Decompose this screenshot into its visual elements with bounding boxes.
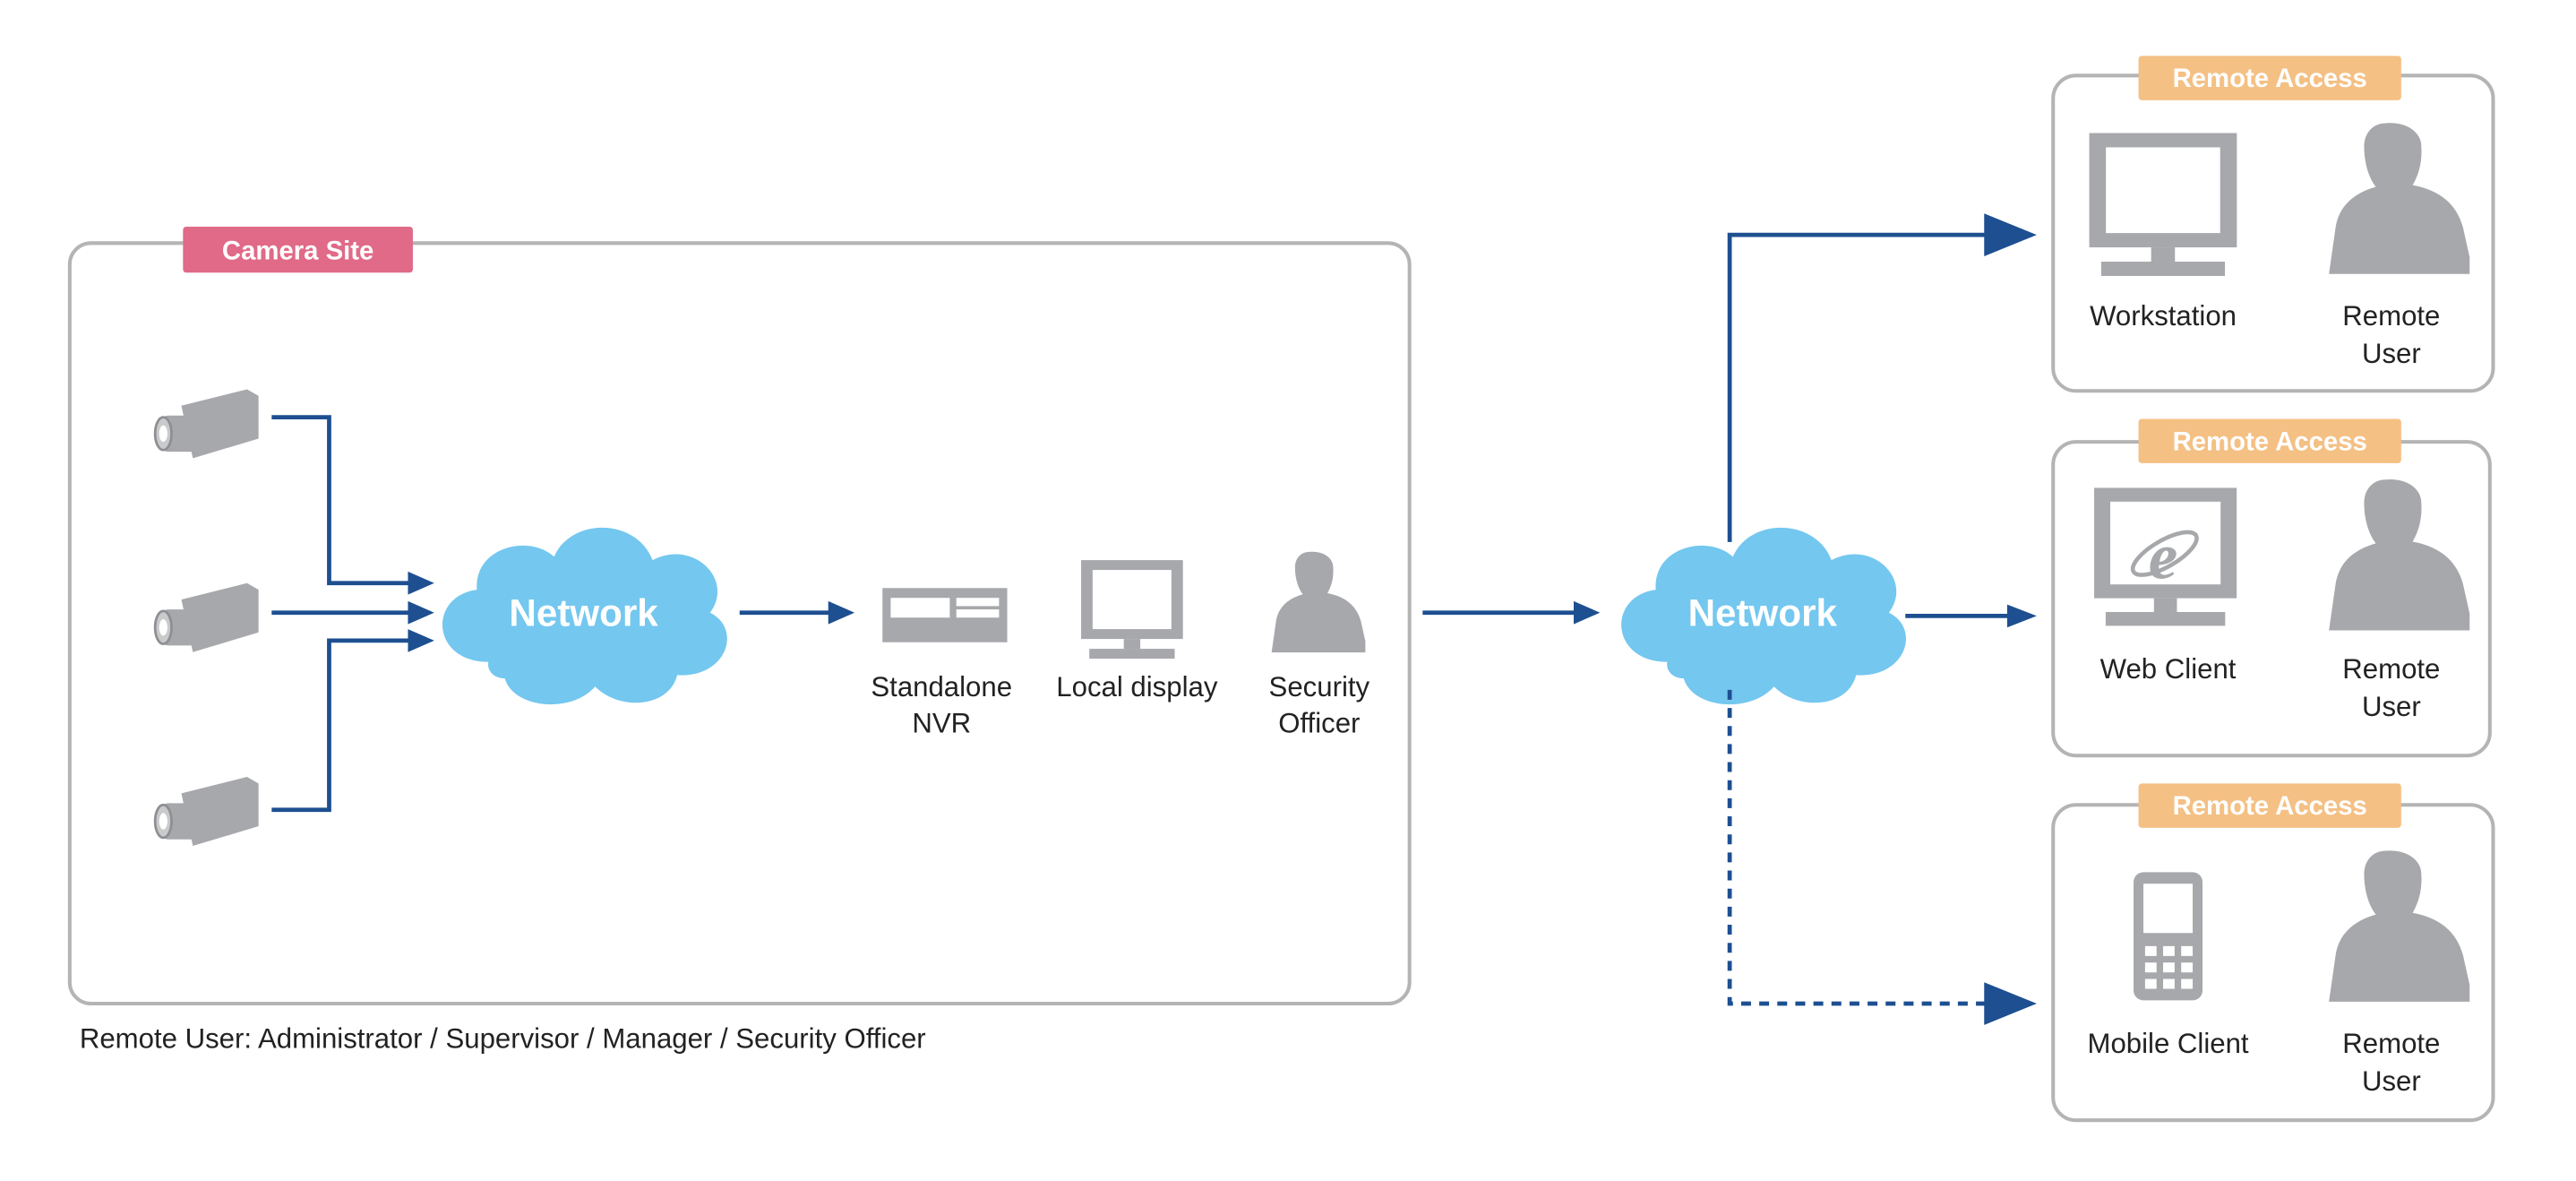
security-officer-label: Security [1269,671,1370,703]
security-officer-label-2: Officer [1278,708,1360,739]
arrow-head-icon [1984,213,2037,256]
user-label-2: User [2362,691,2421,722]
client-label: Mobile Client [2087,1028,2248,1059]
arrow-head-icon [1984,982,2037,1025]
mobile-client-link [1727,689,1991,1006]
arrow-head-icon [1573,600,1601,625]
client-label: Web Client [2100,653,2237,685]
camera-site-box [67,241,1412,1006]
mobile-phone-icon [2134,872,2203,1001]
nvr-label-2: NVR [912,708,971,739]
remote-access-tag-label: Remote Access [2173,791,2367,821]
remote-access-tag-label: Remote Access [2173,64,2367,93]
local-display-label: Local display [1056,671,1218,703]
nvr-label: Standalone [871,671,1012,703]
user-label: Remote [2342,1028,2440,1059]
client-label: Workstation [2090,300,2237,332]
user-label-2: User [2362,1065,2421,1097]
network-diagram: Camera Site Network Standalone NVR Local… [67,56,2495,1123]
workstation-link [1727,232,1991,542]
arrow-head-icon [2006,604,2037,628]
remote-access-group-web-client: Remote Access e Web Client Remote User [2051,418,2492,758]
remote-access-group-workstation: Remote Access Workstation Remote User [2051,56,2495,393]
camera-site-tag-label: Camera Site [222,237,374,266]
wan-network-label: Network [1688,591,1838,634]
nvr-icon [882,588,1008,642]
network-label: Network [509,591,658,634]
remote-access-tag-label: Remote Access [2173,427,2367,456]
user-label: Remote [2342,300,2440,332]
user-label-2: User [2362,338,2421,369]
footnote: Remote User: Administrator / Supervisor … [80,1023,926,1055]
remote-access-group-mobile-client: Remote Access Mobile Client Remote User [2051,783,2495,1123]
user-label: Remote [2342,653,2440,685]
svg-text:e: e [2149,520,2178,592]
